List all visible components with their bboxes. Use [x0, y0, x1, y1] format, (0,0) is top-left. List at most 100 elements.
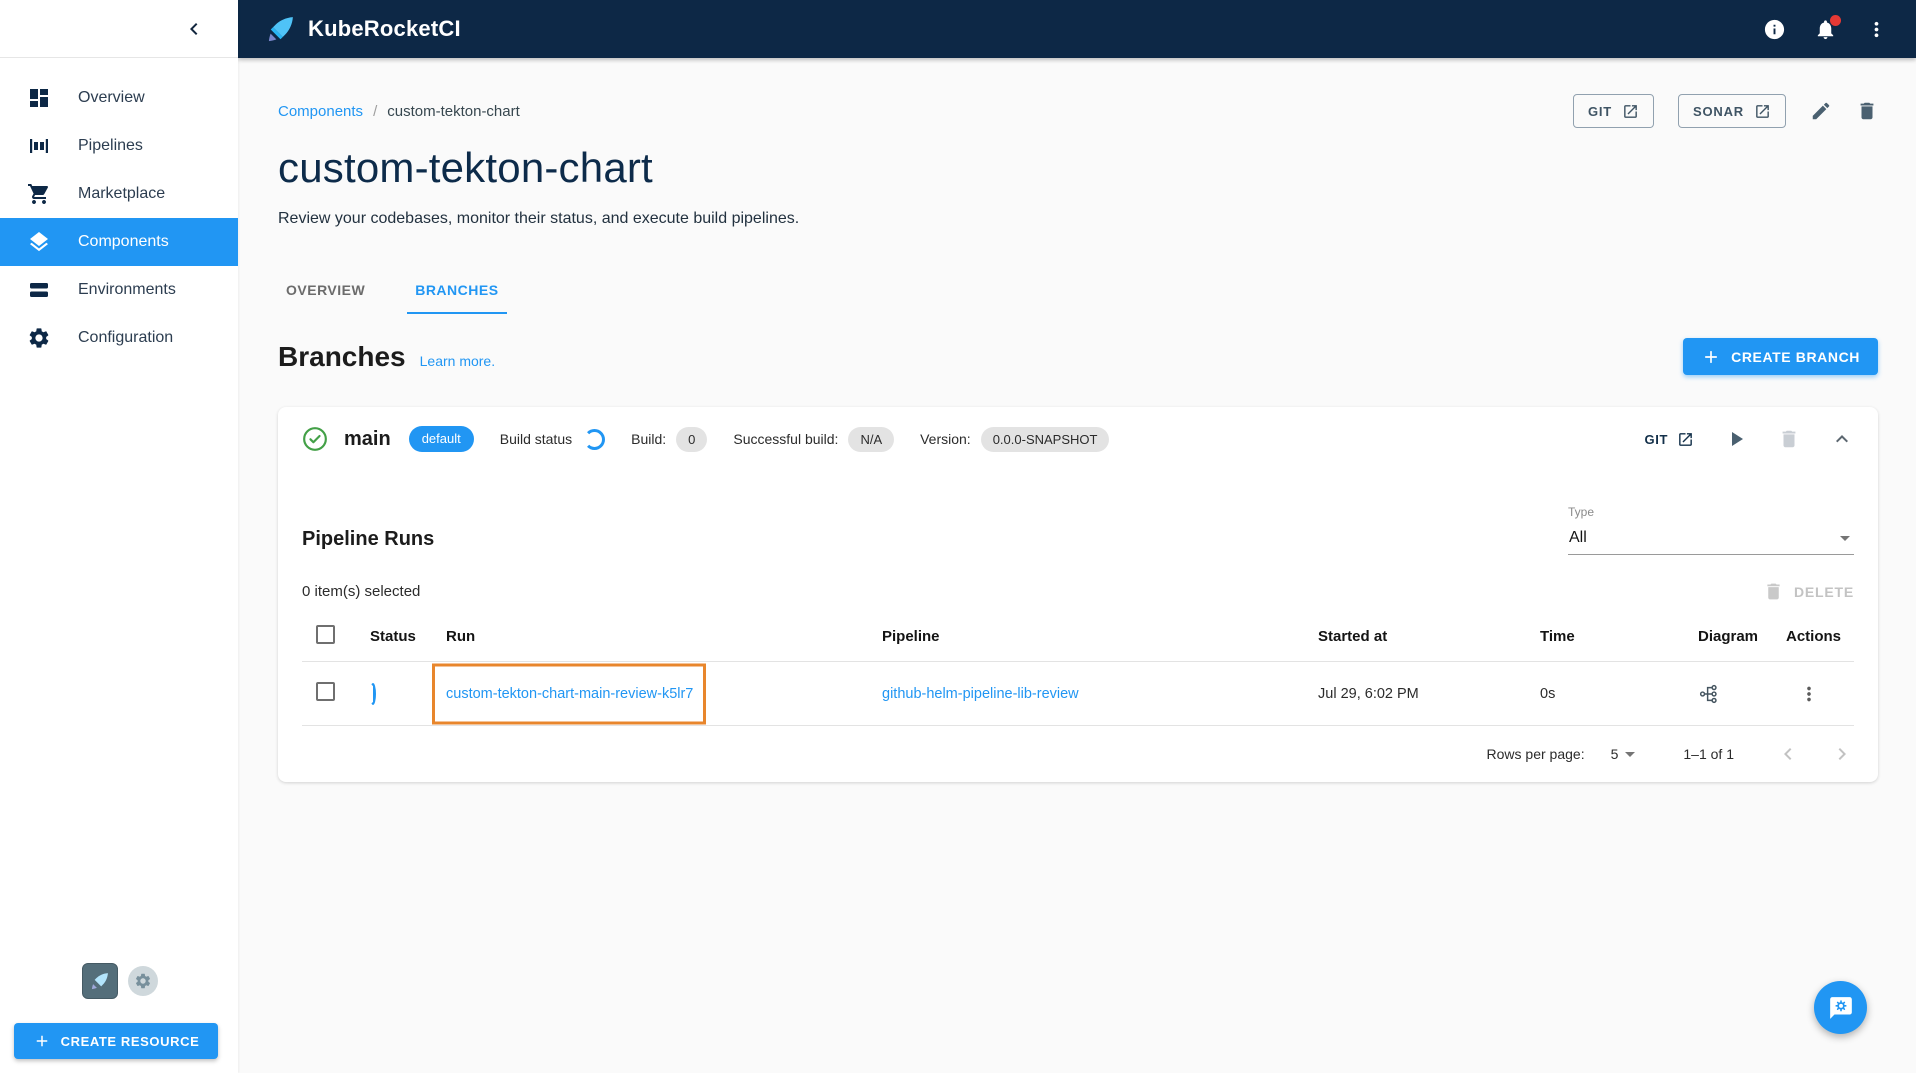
breadcrumb-components-link[interactable]: Components: [278, 103, 363, 120]
type-filter-select[interactable]: All: [1568, 522, 1854, 555]
column-diagram: Diagram: [1698, 628, 1759, 645]
sidebar-item-label: Configuration: [78, 329, 174, 346]
run-time: 0s: [1540, 685, 1556, 702]
delete-runs-label: DELETE: [1793, 583, 1854, 600]
page-subtitle: Review your codebases, monitor their sta…: [278, 210, 800, 227]
rows-per-page-select[interactable]: 5: [1611, 746, 1636, 762]
app-title: KubeRocketCI: [308, 16, 461, 41]
run-diagram-button[interactable]: [1698, 683, 1720, 705]
app-root: Overview Pipelines Marketplace Component…: [0, 0, 1916, 1073]
external-link-icon: [1756, 104, 1769, 118]
table-header-row: Status Run Pipeline Started at Time Diag…: [302, 612, 1854, 662]
sidebar-item-environments[interactable]: Environments: [0, 266, 238, 314]
breadcrumb-current: custom-tekton-chart: [387, 102, 520, 120]
type-filter-value: All: [1569, 529, 1587, 546]
dropdown-caret-icon: [1625, 751, 1636, 757]
sidebar-header: [0, 0, 238, 58]
branch-git-link-button[interactable]: GIT: [1645, 431, 1694, 448]
kuberocketci-logo-icon: [268, 17, 293, 42]
diagram-tree-icon: [1699, 684, 1717, 703]
notifications-button[interactable]: [1814, 14, 1841, 41]
pipeline-link[interactable]: github-helm-pipeline-lib-review: [882, 686, 1079, 702]
more-menu-button[interactable]: [1865, 18, 1888, 41]
chevron-left-icon: [1784, 748, 1792, 760]
column-time: Time: [1540, 628, 1575, 645]
collapse-branch-button[interactable]: [1830, 427, 1854, 451]
sidebar-logo-button[interactable]: [82, 963, 118, 999]
selected-count-text: 0 item(s) selected: [302, 583, 421, 600]
chat-fab-button[interactable]: [1814, 981, 1867, 1034]
delete-branch-button[interactable]: [1778, 428, 1800, 450]
run-pipeline-button[interactable]: [1724, 427, 1748, 451]
sidebar-item-label: Overview: [78, 89, 145, 106]
collapse-sidebar-button[interactable]: [182, 17, 206, 41]
git-link-button[interactable]: GIT: [1572, 94, 1655, 128]
gear-icon: [135, 973, 151, 989]
column-status: Status: [370, 628, 416, 645]
kebab-menu-icon: [1807, 686, 1811, 701]
layers-icon: [30, 232, 48, 252]
trash-icon: [1767, 583, 1780, 600]
info-button[interactable]: [1763, 18, 1786, 41]
pagination: Rows per page: 5 1–1 of 1: [302, 726, 1854, 782]
gear-icon: [29, 328, 49, 348]
type-filter: Type All: [1568, 505, 1854, 555]
sonar-link-button[interactable]: SONAR: [1678, 94, 1786, 128]
pipelines-icon: [30, 139, 48, 153]
environments-icon: [30, 283, 48, 297]
successful-build-label: Successful build:: [733, 431, 839, 447]
build-status-label: Build status: [499, 431, 573, 447]
info-icon: [1764, 19, 1785, 39]
create-branch-label: CREATE BRANCH: [1731, 348, 1860, 365]
previous-page-button[interactable]: [1776, 742, 1800, 766]
play-icon: [1732, 432, 1743, 446]
rows-per-page-value: 5: [1610, 746, 1619, 762]
build-label: Build:: [631, 431, 667, 447]
chevron-up-icon: [1836, 435, 1848, 443]
run-status-spinner: [370, 682, 376, 705]
branch-name: main: [344, 427, 391, 450]
default-branch-chip: default: [408, 426, 474, 452]
topbar-actions: [1763, 14, 1888, 41]
learn-more-link[interactable]: Learn more.: [420, 353, 495, 369]
sidebar: Overview Pipelines Marketplace Component…: [0, 0, 238, 1073]
column-run: Run: [446, 628, 476, 645]
sidebar-item-pipelines[interactable]: Pipelines: [0, 122, 238, 170]
notification-badge: [1830, 14, 1841, 26]
successful-build-chip: N/A: [848, 426, 895, 452]
app-logo: KubeRocketCI: [266, 14, 461, 44]
run-started-at: Jul 29, 6:02 PM: [1318, 685, 1419, 702]
row-checkbox[interactable]: [316, 682, 335, 701]
sidebar-item-marketplace[interactable]: Marketplace: [0, 170, 238, 218]
plus-icon: [1705, 350, 1717, 363]
sidebar-item-label: Environments: [78, 281, 176, 298]
tabs: OVERVIEW BRANCHES: [278, 268, 1878, 314]
tab-overview[interactable]: OVERVIEW: [278, 268, 373, 314]
chevron-right-icon: [1838, 748, 1846, 760]
run-actions-button[interactable]: [1786, 683, 1820, 705]
sidebar-item-components[interactable]: Components: [0, 218, 238, 266]
sidebar-item-configuration[interactable]: Configuration: [0, 314, 238, 362]
external-link-icon: [1624, 104, 1637, 118]
main-content: Components / custom-tekton-chart GIT SON…: [238, 58, 1916, 1073]
run-link[interactable]: custom-tekton-chart-main-review-k5lr7: [446, 686, 693, 702]
rows-per-page-label: Rows per page:: [1486, 746, 1585, 762]
delete-runs-button[interactable]: DELETE: [1763, 581, 1854, 602]
create-resource-label: CREATE RESOURCE: [60, 1033, 200, 1049]
next-page-button[interactable]: [1830, 742, 1854, 766]
topbar: KubeRocketCI: [238, 0, 1916, 58]
delete-component-button[interactable]: [1856, 100, 1878, 122]
tab-branches[interactable]: BRANCHES: [407, 268, 507, 314]
sidebar-item-overview[interactable]: Overview: [0, 74, 238, 122]
trash-icon: [1860, 102, 1874, 120]
sidebar-settings-button[interactable]: [128, 966, 158, 996]
create-resource-button[interactable]: CREATE RESOURCE: [14, 1023, 218, 1059]
type-filter-label: Type: [1568, 505, 1595, 519]
branches-heading: Branches: [278, 340, 406, 372]
chevron-left-icon: [190, 22, 198, 35]
edit-component-button[interactable]: [1810, 100, 1832, 122]
kebab-menu-icon: [1874, 21, 1879, 37]
breadcrumb-separator: /: [373, 102, 378, 120]
create-branch-button[interactable]: CREATE BRANCH: [1683, 338, 1878, 375]
select-all-checkbox[interactable]: [316, 625, 335, 644]
